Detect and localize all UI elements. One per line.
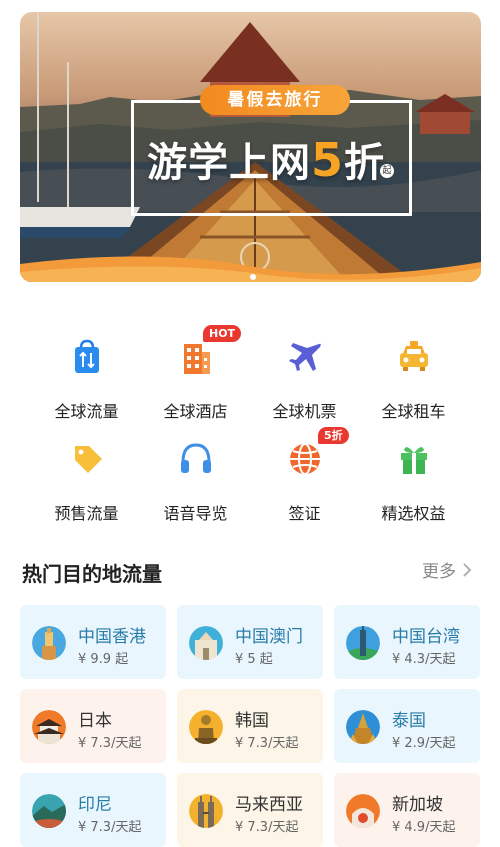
quick-global-flights[interactable]: 全球机票 [250, 322, 359, 424]
promo-banner[interactable]: 暑假去旅行 游学上网5折 起 [20, 12, 481, 282]
promo-headline-pre: 游学上网 [147, 140, 311, 186]
dest-name: 泰国 [392, 711, 426, 731]
dest-name: 新加坡 [392, 795, 443, 815]
quick-global-car-rental[interactable]: 全球租车 [359, 322, 468, 424]
dest-price: ¥ 9.9 起 [78, 652, 129, 667]
section-title: 热门目的地流量 [22, 562, 162, 586]
singapore-thumb-image [346, 794, 380, 828]
dest-price: ¥ 2.9/天起 [392, 736, 456, 751]
quick-label: 全球流量 [54, 402, 119, 421]
hongkong-thumb-image [32, 626, 66, 660]
more-link[interactable]: 更多 [422, 557, 472, 582]
dest-card-japan[interactable]: 日本 ¥ 7.3/天起 [20, 689, 166, 763]
quick-label: 全球机票 [272, 402, 337, 421]
promo-pill: 暑假去旅行 [200, 85, 350, 115]
promo-headline-post: 折 [344, 140, 386, 186]
gift-icon [400, 447, 427, 474]
price-tag-icon [74, 446, 102, 473]
carousel-dots [250, 274, 256, 280]
indonesia-thumb-image [32, 794, 66, 828]
dest-name: 中国香港 [78, 627, 146, 647]
dest-price: ¥ 7.3/天起 [235, 820, 299, 835]
dest-price: ¥ 5 起 [235, 652, 273, 667]
dest-name: 马来西亚 [235, 795, 303, 815]
car-icon [399, 341, 428, 371]
dest-name: 韩国 [235, 711, 269, 731]
quick-audio-guide[interactable]: 语音导览 [141, 424, 250, 526]
malaysia-thumb-image [189, 794, 223, 828]
shopping-bag-icon [74, 339, 99, 373]
destination-grid: 中国香港 ¥ 9.9 起 中国澳门 ¥ 5 起 中国台湾 ¥ 4.3/天起 日本… [20, 605, 480, 847]
quick-label: 签证 [288, 504, 321, 523]
dest-card-singapore[interactable]: 新加坡 ¥ 4.9/天起 [334, 773, 480, 847]
quick-selected-benefits[interactable]: 精选权益 [359, 424, 468, 526]
dest-price: ¥ 4.9/天起 [392, 820, 456, 835]
dest-card-hongkong[interactable]: 中国香港 ¥ 9.9 起 [20, 605, 166, 679]
dest-price: ¥ 7.3/天起 [235, 736, 299, 751]
headphones-icon [180, 443, 211, 473]
dest-name: 日本 [78, 711, 112, 731]
dest-card-macau[interactable]: 中国澳门 ¥ 5 起 [177, 605, 323, 679]
promo-qi-mark: 起 [380, 164, 394, 178]
japan-thumb-image [32, 710, 66, 744]
hot-badge: HOT [203, 325, 242, 342]
dest-card-malaysia[interactable]: 马来西亚 ¥ 7.3/天起 [177, 773, 323, 847]
macau-thumb-image [189, 626, 223, 660]
dest-price: ¥ 7.3/天起 [78, 820, 142, 835]
dest-price: ¥ 4.3/天起 [392, 652, 456, 667]
dest-name: 中国澳门 [235, 627, 303, 647]
dest-name: 印尼 [78, 795, 112, 815]
quick-label: 预售流量 [54, 504, 119, 523]
service-grid: 全球流量 HOT 全球酒店 全球机票 全球租车 预售流量 语音导览 5折 签证 … [32, 322, 468, 526]
dest-name: 中国台湾 [392, 627, 460, 647]
thailand-thumb-image [346, 710, 380, 744]
quick-global-data[interactable]: 全球流量 [32, 322, 141, 424]
promo-headline: 游学上网5折 [147, 130, 385, 190]
korea-thumb-image [189, 710, 223, 744]
dest-card-korea[interactable]: 韩国 ¥ 7.3/天起 [177, 689, 323, 763]
chevron-right-icon [463, 562, 472, 577]
dest-card-taiwan[interactable]: 中国台湾 ¥ 4.3/天起 [334, 605, 480, 679]
taiwan-thumb-image [346, 626, 380, 660]
quick-label: 精选权益 [381, 504, 446, 523]
promo-headline-number: 5 [311, 133, 345, 187]
quick-label: 语音导览 [163, 504, 228, 523]
dest-card-indonesia[interactable]: 印尼 ¥ 7.3/天起 [20, 773, 166, 847]
dest-price: ¥ 7.3/天起 [78, 736, 142, 751]
discount-badge: 5折 [318, 427, 349, 444]
quick-label: 全球酒店 [163, 402, 228, 421]
globe-icon [289, 443, 320, 475]
more-label: 更多 [422, 562, 456, 582]
dest-card-thailand[interactable]: 泰国 ¥ 2.9/天起 [334, 689, 480, 763]
quick-label: 全球租车 [381, 402, 446, 421]
carousel-dot [250, 274, 256, 280]
airplane-icon [288, 343, 321, 371]
hotel-building-icon [183, 344, 210, 374]
quick-presale-data[interactable]: 预售流量 [32, 424, 141, 526]
quick-global-hotel[interactable]: HOT 全球酒店 [141, 322, 250, 424]
quick-visa[interactable]: 5折 签证 [250, 424, 359, 526]
